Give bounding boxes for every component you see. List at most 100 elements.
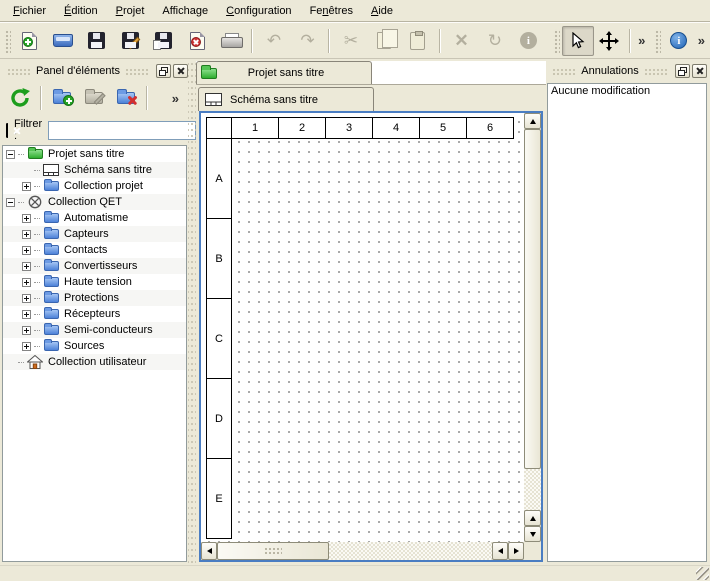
print-button[interactable] bbox=[214, 26, 247, 56]
tree-item-collection-utilisateur[interactable]: Collection utilisateur bbox=[3, 354, 186, 370]
float-panel-button[interactable] bbox=[675, 64, 690, 78]
row-header: D bbox=[206, 378, 232, 459]
undo-panel-title: Annulations bbox=[581, 65, 639, 77]
horizontal-scroll-track[interactable] bbox=[329, 542, 492, 560]
tree-item-automatisme[interactable]: Automatisme bbox=[3, 210, 186, 226]
tree-item-sources[interactable]: Sources bbox=[3, 338, 186, 354]
undo-history-list[interactable]: Aucune modification bbox=[547, 83, 707, 562]
expand-icon[interactable] bbox=[22, 342, 31, 351]
scroll-up-button-2[interactable] bbox=[524, 510, 541, 526]
vertical-scroll-thumb[interactable] bbox=[524, 129, 541, 469]
menu-aide[interactable]: Aide bbox=[362, 3, 402, 19]
vertical-scroll-track[interactable] bbox=[524, 469, 541, 510]
toolbar-drag-handle[interactable] bbox=[4, 29, 11, 53]
expand-icon[interactable] bbox=[22, 310, 31, 319]
panel-splitter[interactable] bbox=[188, 59, 196, 565]
tree-item-recepteurs[interactable]: Récepteurs bbox=[3, 306, 186, 322]
menu-projet[interactable]: Projet bbox=[107, 3, 154, 19]
tree-item-contacts[interactable]: Contacts bbox=[3, 242, 186, 258]
tree-item-convertisseurs[interactable]: Convertisseurs bbox=[3, 258, 186, 274]
column-header: 5 bbox=[419, 117, 467, 139]
cut-button: ✂ bbox=[334, 26, 367, 56]
expand-icon[interactable] bbox=[22, 214, 31, 223]
project-folder-icon bbox=[28, 149, 43, 159]
tab-schema-sans-titre[interactable]: Schéma sans titre bbox=[198, 87, 374, 111]
menu-configuration[interactable]: Configuration bbox=[217, 3, 300, 19]
tab-projet-sans-titre[interactable]: Projet sans titre bbox=[196, 61, 372, 84]
expand-icon[interactable] bbox=[22, 182, 31, 191]
app-window: Fichier Édition Projet Affichage Configu… bbox=[0, 0, 710, 581]
menu-affichage[interactable]: Affichage bbox=[153, 3, 217, 19]
expand-icon[interactable] bbox=[22, 294, 31, 303]
delete-category-button[interactable] bbox=[110, 83, 142, 113]
open-project-button[interactable] bbox=[46, 26, 79, 56]
column-header: 1 bbox=[231, 117, 279, 139]
save-button[interactable] bbox=[80, 26, 113, 56]
close-file-button[interactable] bbox=[180, 26, 213, 56]
schema-tab-label: Schéma sans titre bbox=[230, 94, 318, 106]
horizontal-scrollbar[interactable] bbox=[201, 542, 524, 560]
corner-cell bbox=[206, 117, 232, 139]
new-document-icon bbox=[22, 32, 37, 50]
reload-collections-button[interactable] bbox=[4, 83, 36, 113]
tree-item-semi-conducteurs[interactable]: Semi-conducteurs bbox=[3, 322, 186, 338]
copy-button bbox=[368, 26, 401, 56]
expand-icon[interactable] bbox=[22, 262, 31, 271]
float-panel-button[interactable] bbox=[156, 64, 171, 78]
menu-fichier[interactable]: Fichier bbox=[4, 3, 55, 19]
horizontal-scroll-thumb[interactable] bbox=[217, 542, 329, 560]
tree-item-projet[interactable]: Projet sans titre bbox=[3, 146, 186, 162]
expand-icon[interactable] bbox=[22, 230, 31, 239]
panel-toolbar-overflow-chevron[interactable]: » bbox=[169, 91, 182, 106]
collapse-icon[interactable] bbox=[6, 150, 15, 159]
tree-item-protections[interactable]: Protections bbox=[3, 290, 186, 306]
toolbar-separator bbox=[328, 29, 330, 53]
elements-panel-titlebar[interactable]: Panel d'éléments bbox=[2, 63, 188, 79]
new-category-button[interactable] bbox=[46, 83, 78, 113]
expand-icon[interactable] bbox=[22, 326, 31, 335]
expand-icon[interactable] bbox=[22, 278, 31, 287]
menu-fenetres[interactable]: Fenêtres bbox=[301, 3, 362, 19]
undo-panel-titlebar[interactable]: Annulations bbox=[547, 63, 707, 79]
pan-mode-button[interactable] bbox=[594, 26, 626, 56]
tree-item-haute-tension[interactable]: Haute tension bbox=[3, 274, 186, 290]
resize-grip[interactable] bbox=[696, 567, 709, 580]
row-header: E bbox=[206, 458, 232, 539]
schema-icon bbox=[43, 164, 59, 176]
close-panel-button[interactable] bbox=[173, 64, 188, 78]
scroll-up-button[interactable] bbox=[524, 113, 541, 129]
column-header: 6 bbox=[466, 117, 514, 139]
tree-item-collection-projet[interactable]: Collection projet bbox=[3, 178, 186, 194]
scroll-down-button[interactable] bbox=[524, 526, 541, 542]
expand-icon[interactable] bbox=[22, 246, 31, 255]
scroll-left-button[interactable] bbox=[201, 542, 217, 560]
clear-filter-button[interactable] bbox=[6, 123, 8, 138]
menu-edition[interactable]: Édition bbox=[55, 3, 107, 19]
row-header-column: A B C D E bbox=[206, 139, 232, 539]
scroll-left-button-2[interactable] bbox=[492, 542, 508, 560]
save-all-button[interactable] bbox=[147, 26, 180, 56]
save-as-button[interactable] bbox=[113, 26, 146, 56]
home-icon bbox=[27, 355, 43, 369]
about-info-button[interactable]: i bbox=[663, 26, 695, 56]
new-project-button[interactable] bbox=[13, 26, 46, 56]
column-header-row: 1 2 3 4 5 6 bbox=[206, 117, 514, 139]
tree-item-capteurs[interactable]: Capteurs bbox=[3, 226, 186, 242]
vertical-scrollbar[interactable] bbox=[524, 113, 541, 542]
open-icon bbox=[53, 34, 73, 47]
selection-mode-button[interactable] bbox=[562, 26, 594, 56]
schema-canvas[interactable]: 1 2 3 4 5 6 A B C D bbox=[201, 113, 524, 542]
tree-item-schema[interactable]: Schéma sans titre bbox=[3, 162, 186, 178]
collapse-icon[interactable] bbox=[6, 198, 15, 207]
toolbar-drag-handle[interactable] bbox=[654, 29, 661, 53]
filter-input[interactable] bbox=[48, 121, 196, 140]
toolbar-overflow-chevron[interactable]: » bbox=[635, 33, 648, 48]
toolbar-drag-handle[interactable] bbox=[553, 29, 560, 53]
tree-item-collection-qet[interactable]: Collection QET bbox=[3, 194, 186, 210]
schema-sheet-frame: 1 2 3 4 5 6 A B C D bbox=[206, 117, 514, 539]
main-area: Panel d'éléments » bbox=[0, 59, 710, 565]
cursor-arrow-icon bbox=[569, 32, 586, 50]
close-panel-button[interactable] bbox=[692, 64, 707, 78]
scroll-right-button[interactable] bbox=[508, 542, 524, 560]
toolbar-overflow-chevron[interactable]: » bbox=[695, 33, 708, 48]
